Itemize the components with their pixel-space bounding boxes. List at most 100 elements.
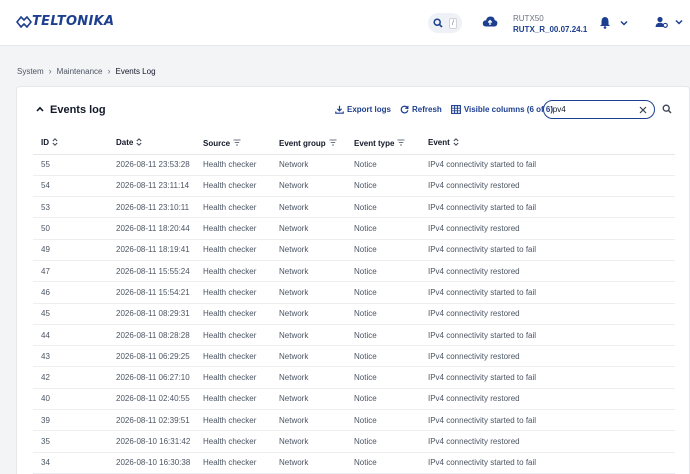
- search-icon[interactable]: [662, 104, 672, 114]
- sort-icon[interactable]: [453, 138, 459, 148]
- sort-icon[interactable]: [136, 138, 142, 148]
- event-text-cell: IPv4 connectivity started to fail: [420, 452, 675, 474]
- event-group-cell: Network: [271, 281, 346, 304]
- filter-field[interactable]: [543, 100, 655, 119]
- event-date-cell: 2026-08-11 15:54:21: [108, 281, 195, 304]
- event-type-cell: Notice: [346, 303, 420, 325]
- event-group-cell: Network: [271, 452, 346, 474]
- table-row[interactable]: 42 2026-08-11 06:27:10 Health checker Netwo…: [33, 366, 675, 389]
- table-row[interactable]: 46 2026-08-11 15:54:21 Health checker Netwo…: [33, 281, 675, 304]
- table-row[interactable]: 39 2026-08-11 02:39:51 Health checker Netwo…: [33, 409, 675, 432]
- breadcrumb-events-log: Events Log: [115, 66, 156, 76]
- event-group-cell: Network: [271, 366, 346, 389]
- table-row[interactable]: 43 2026-08-11 06:29:25 Health checker Netwo…: [33, 345, 675, 368]
- column-header-event-group[interactable]: Event group: [271, 133, 346, 155]
- filter-icon[interactable]: [233, 139, 241, 148]
- table-row[interactable]: 50 2026-08-11 18:20:44 Health checker Netwo…: [33, 217, 675, 240]
- events-table: ID Date Source Event group Event type Ev…: [33, 133, 675, 474]
- event-source-cell: Health checker: [195, 175, 271, 198]
- table-row[interactable]: 47 2026-08-11 15:55:24 Health checker Netwo…: [33, 260, 675, 283]
- event-type-cell: Notice: [346, 430, 420, 453]
- event-group-cell: Network: [271, 409, 346, 432]
- event-group-cell: Network: [271, 303, 346, 325]
- event-text-cell: IPv4 connectivity restored: [420, 345, 675, 368]
- cloud-upload-icon[interactable]: [482, 15, 498, 30]
- chevron-down-icon: [675, 19, 683, 25]
- column-header-event[interactable]: Event: [420, 133, 675, 155]
- event-text-cell: IPv4 connectivity restored: [420, 217, 675, 240]
- table-row[interactable]: 49 2026-08-11 18:19:41 Health checker Netwo…: [33, 239, 675, 261]
- event-date-cell: 2026-08-11 23:10:11: [108, 196, 195, 219]
- card-title: Events log: [50, 104, 106, 116]
- event-text-cell: IPv4 connectivity started to fail: [420, 366, 675, 389]
- event-date-cell: 2026-08-11 08:29:31: [108, 303, 195, 325]
- event-text-cell: IPv4 connectivity restored: [420, 175, 675, 198]
- refresh-button[interactable]: Refresh: [400, 105, 442, 114]
- search-icon: [433, 18, 443, 28]
- chevron-right-icon: ›: [107, 66, 111, 76]
- event-group-cell: Network: [271, 324, 346, 347]
- column-header-label: Event group: [279, 138, 326, 148]
- filter-icon[interactable]: [397, 139, 405, 148]
- refresh-icon: [400, 105, 409, 114]
- table-row[interactable]: 45 2026-08-11 08:29:31 Health checker Netwo…: [33, 303, 675, 325]
- firmware-version[interactable]: RUTX_R_00.07.24.1: [513, 24, 587, 35]
- column-header-date[interactable]: Date: [108, 133, 195, 155]
- sort-icon[interactable]: [52, 138, 58, 148]
- event-id-cell: 34: [33, 452, 108, 474]
- event-type-cell: Notice: [346, 366, 420, 389]
- download-icon: [335, 105, 344, 114]
- table-row[interactable]: 44 2026-08-11 08:28:28 Health checker Netwo…: [33, 324, 675, 347]
- event-date-cell: 2026-08-11 06:27:10: [108, 366, 195, 389]
- event-date-cell: 2026-08-11 06:29:25: [108, 345, 195, 368]
- export-logs-button[interactable]: Export logs: [335, 105, 391, 114]
- event-id-cell: 43: [33, 345, 108, 368]
- event-date-cell: 2026-08-11 08:28:28: [108, 324, 195, 347]
- event-text-cell: IPv4 connectivity started to fail: [420, 239, 675, 261]
- table-row[interactable]: 55 2026-08-11 23:53:28 Health checker Netwo…: [33, 154, 675, 176]
- table-row[interactable]: 40 2026-08-11 02:40:55 Health checker Netwo…: [33, 388, 675, 411]
- event-id-cell: 35: [33, 430, 108, 453]
- user-settings-icon: [655, 16, 668, 28]
- card-header: Events log Export logs Refresh Visible c…: [17, 87, 689, 133]
- clear-icon[interactable]: [639, 106, 647, 114]
- event-id-cell: 47: [33, 260, 108, 283]
- event-group-cell: Network: [271, 239, 346, 261]
- event-group-cell: Network: [271, 175, 346, 198]
- column-header-id[interactable]: ID: [33, 133, 108, 155]
- event-type-cell: Notice: [346, 324, 420, 347]
- breadcrumb-system[interactable]: System: [17, 67, 44, 76]
- event-type-cell: Notice: [346, 409, 420, 432]
- event-id-cell: 53: [33, 196, 108, 219]
- column-header-source[interactable]: Source: [195, 133, 271, 155]
- event-text-cell: IPv4 connectivity restored: [420, 303, 675, 325]
- table-row[interactable]: 34 2026-08-10 16:30:38 Health checker Netwo…: [33, 452, 675, 474]
- event-group-cell: Network: [271, 154, 346, 176]
- breadcrumb: System › Maintenance › Events Log: [17, 66, 156, 76]
- breadcrumb-maintenance[interactable]: Maintenance: [57, 67, 103, 76]
- event-type-cell: Notice: [346, 154, 420, 176]
- column-header-event-type[interactable]: Event type: [346, 133, 420, 155]
- global-search-button[interactable]: /: [428, 13, 462, 33]
- columns-icon: [450, 105, 461, 114]
- events-table-body: 55 2026-08-11 23:53:28 Health checker Netwo…: [33, 154, 675, 474]
- event-source-cell: Health checker: [195, 430, 271, 453]
- column-header-label: Date: [116, 138, 134, 148]
- event-group-cell: Network: [271, 260, 346, 283]
- card-toolbar: Export logs Refresh Visible columns (6 o…: [335, 105, 553, 114]
- table-row[interactable]: 53 2026-08-11 23:10:11 Health checker Netwo…: [33, 196, 675, 219]
- user-menu[interactable]: [655, 16, 683, 28]
- event-id-cell: 55: [33, 154, 108, 176]
- export-logs-label: Export logs: [347, 105, 392, 114]
- filter-input[interactable]: [551, 105, 631, 114]
- table-row[interactable]: 35 2026-08-10 16:31:42 Health checker Netwo…: [33, 430, 675, 453]
- filter-icon[interactable]: [329, 139, 337, 148]
- event-source-cell: Health checker: [195, 303, 271, 325]
- column-header-label: Event type: [354, 138, 395, 148]
- teltonika-logo[interactable]: TELTONIKA: [16, 14, 114, 29]
- chevron-up-icon[interactable]: [36, 106, 44, 112]
- table-row[interactable]: 54 2026-08-11 23:11:14 Health checker Netwo…: [33, 175, 675, 198]
- event-source-cell: Health checker: [195, 409, 271, 432]
- visible-columns-button[interactable]: Visible columns (6 of 6): [450, 105, 553, 114]
- notifications-menu[interactable]: [599, 16, 628, 29]
